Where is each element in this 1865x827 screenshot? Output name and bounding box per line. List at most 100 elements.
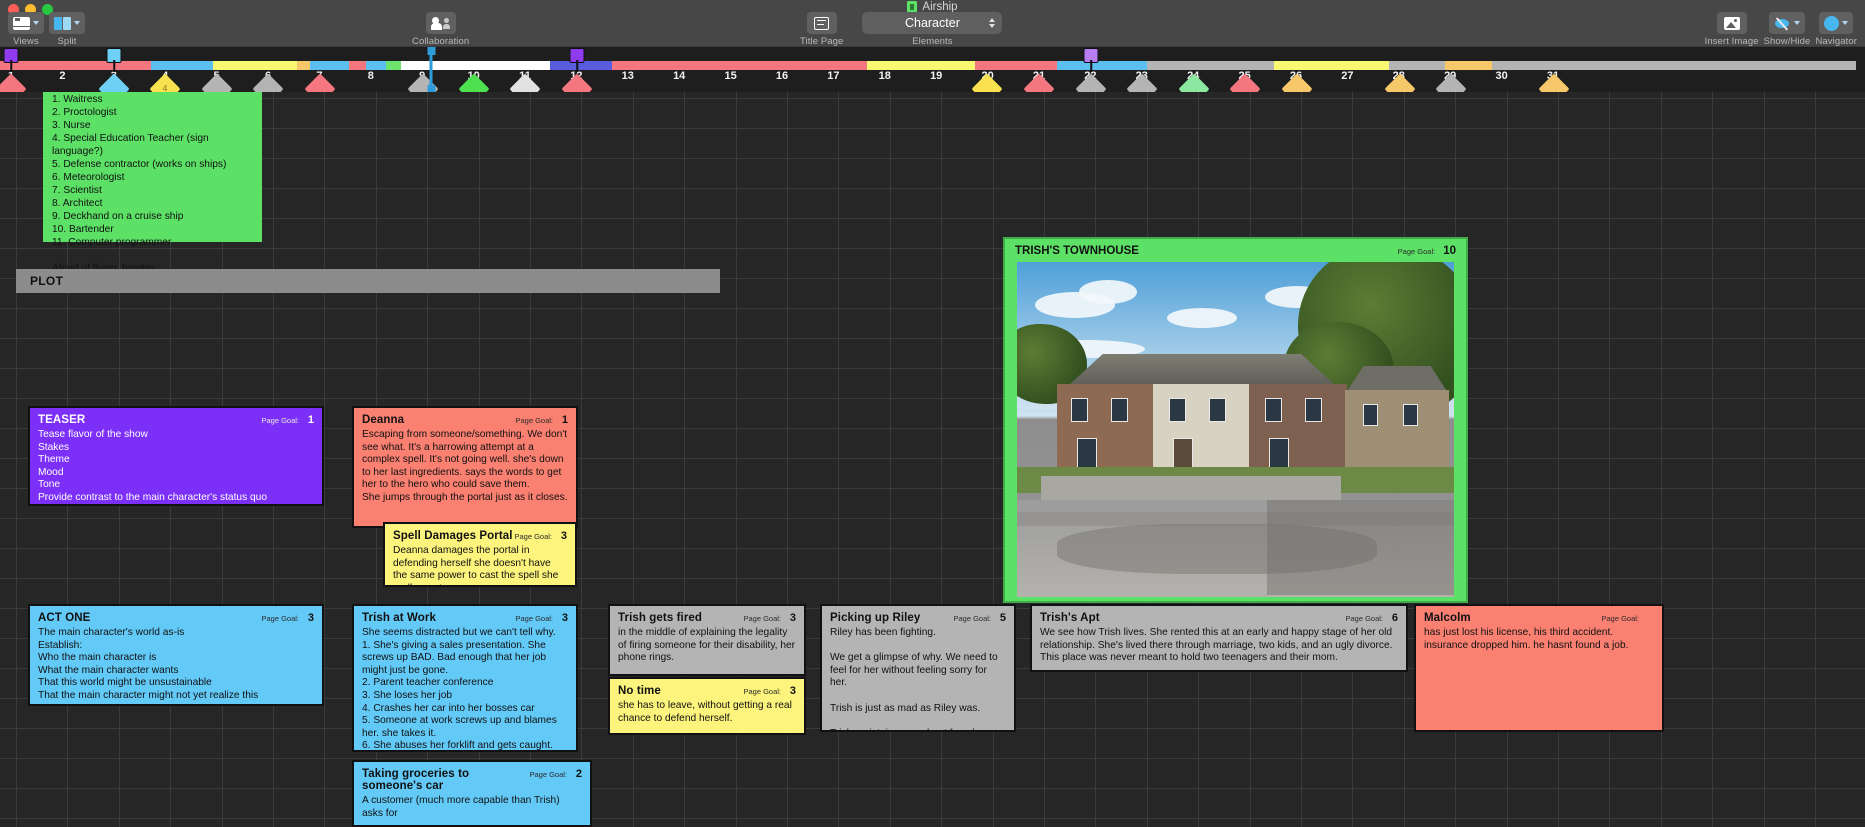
ruler-tick: 19 [930, 70, 943, 82]
index-card-header: Trish at Work Page Goal: 3 [354, 606, 576, 626]
index-card-body[interactable]: A customer (much more capable than Trish… [354, 794, 590, 825]
index-card[interactable]: Trish's Apt Page Goal: 6 We see how Trish l… [1030, 604, 1408, 672]
index-card[interactable]: Spell Damages Portal Page Goal: 3 Deanna da… [383, 522, 577, 587]
navigator-icon [1824, 15, 1840, 31]
toolbar-navigator[interactable]: Navigator [1815, 12, 1857, 47]
index-card[interactable]: Deanna Page Goal: 1 Escaping from someone/s… [352, 406, 578, 528]
ruler-segment [867, 61, 976, 70]
index-card-header: No time Page Goal: 3 [610, 679, 804, 699]
toolbar-title-page[interactable]: Title Page [800, 12, 843, 47]
grid-line [0, 758, 1865, 759]
toolbar-collaboration[interactable]: Collaboration [412, 12, 469, 47]
grid-line [0, 818, 1865, 819]
index-card-title[interactable]: Trish gets fired [618, 612, 743, 624]
index-card-title[interactable]: Trish's Apt [1040, 612, 1345, 624]
index-card-body[interactable]: The main character's world as-is Establi… [30, 626, 322, 704]
window-titlebar: Airship Views Split Collaboration Title … [0, 0, 1865, 47]
index-card-title[interactable]: No time [618, 685, 743, 697]
toolbar-elements[interactable]: Character Elements [862, 12, 1003, 47]
chevron-down-icon[interactable] [1842, 21, 1849, 25]
page-goal-value[interactable]: 5 [997, 612, 1006, 624]
page-goal-value[interactable]: 1 [559, 414, 568, 426]
index-card-body[interactable]: Riley has been fighting. We get a glimps… [822, 626, 1014, 730]
ruler-segment [1389, 61, 1446, 70]
grid-line [0, 308, 1865, 309]
ruler-segment [1491, 61, 1856, 70]
page-goal-value[interactable]: 3 [559, 612, 568, 624]
page-ruler[interactable]: 1234567891011121314151617181920212223242… [0, 46, 1865, 105]
toolbar-views[interactable]: Views [8, 12, 44, 47]
index-card-title[interactable]: TEASER [38, 414, 261, 426]
index-card-title[interactable]: Deanna [362, 414, 515, 426]
ruler-segment [0, 61, 152, 70]
page-goal-label: Page Goal: [515, 416, 553, 425]
index-card-body[interactable]: in the middle of explaining the legality… [610, 626, 804, 671]
chevron-down-icon[interactable] [74, 21, 80, 25]
grid-line [0, 518, 1865, 519]
grid-line [0, 368, 1865, 369]
grid-line [0, 128, 1865, 129]
scene-card-trishs-townhouse[interactable]: TRISH'S TOWNHOUSE Page Goal: 10 [1003, 237, 1468, 603]
ruler-playhead[interactable] [427, 47, 435, 93]
index-card-header: ACT ONE Page Goal: 3 [30, 606, 322, 626]
page-goal-value[interactable]: 3 [787, 612, 796, 624]
index-card-body[interactable]: she has to leave, without getting a real… [610, 699, 804, 731]
section-band-plot[interactable]: PLOT [16, 269, 720, 293]
index-card[interactable]: Malcolm Page Goal: has just lost his licen… [1414, 604, 1664, 732]
page-goal-value[interactable]: 3 [558, 530, 567, 542]
page-goal-value[interactable]: 6 [1389, 612, 1398, 624]
page-goal-value[interactable]: 1 [305, 414, 314, 426]
page-goal-value[interactable]: 2 [573, 768, 582, 780]
ruler-segment [151, 61, 213, 70]
index-card-body[interactable]: She seems distracted but we can't tell w… [354, 626, 576, 750]
ruler-tick: 14 [673, 70, 686, 82]
elements-selected-value: Character [904, 16, 960, 30]
index-card-title[interactable]: Spell Damages Portal [393, 530, 514, 542]
index-card-body[interactable]: Tease flavor of the show Stakes Theme Mo… [30, 428, 322, 504]
page-goal-label: Page Goal: [515, 614, 553, 623]
grid-line [0, 218, 1865, 219]
ruler-tick: 27 [1341, 70, 1354, 82]
eye-slash-icon [1774, 17, 1791, 30]
index-card[interactable]: ACT ONE Page Goal: 3 The main character's w… [28, 604, 324, 706]
index-card-body[interactable]: Deanna damages the portal in defending h… [385, 544, 575, 585]
grid-line [0, 158, 1865, 159]
scene-card-page-goal-label: Page Goal: [1397, 247, 1436, 256]
grid-line [0, 788, 1865, 789]
index-card-title[interactable]: Trish at Work [362, 612, 515, 624]
ruler-segment [1146, 61, 1274, 70]
index-card[interactable]: Trish gets fired Page Goal: 3 in the middle… [608, 604, 806, 676]
page-goal-label: Page Goal: [743, 614, 781, 623]
ruler-marker-stem [576, 60, 578, 72]
index-card-title[interactable]: Malcolm [1424, 612, 1601, 624]
toolbar-insert-image[interactable]: Insert Image [1705, 12, 1759, 47]
toolbar-show-hide[interactable]: Show/Hide [1764, 12, 1811, 47]
index-card[interactable]: Picking up Riley Page Goal: 5 Riley has bee… [820, 604, 1016, 732]
chevron-down-icon[interactable] [1794, 21, 1801, 25]
elements-select[interactable]: Character [862, 12, 1003, 34]
page-goal-label: Page Goal: [261, 614, 299, 623]
note-card-characters[interactable]: 1. Waitress 2. Proctologist 3. Nurse 4. … [43, 92, 262, 287]
chevron-down-icon[interactable] [33, 21, 39, 25]
ruler-tick: 17 [827, 70, 840, 82]
index-card-body[interactable]: We see how Trish lives. She rented this … [1032, 626, 1406, 670]
page-goal-value[interactable]: 3 [787, 685, 796, 697]
ruler-segment [611, 61, 868, 70]
ruler-tick: 18 [878, 70, 891, 82]
index-card-title[interactable]: ACT ONE [38, 612, 261, 624]
index-card-body[interactable]: has just lost his license, his third acc… [1416, 626, 1662, 658]
stepper-arrows-icon[interactable] [989, 18, 996, 28]
index-card-title[interactable]: Taking groceries to someone's car [362, 768, 529, 792]
index-card[interactable]: Taking groceries to someone's car Page Go… [352, 760, 592, 827]
index-card[interactable]: TEASER Page Goal: 1 Tease flavor of the sho… [28, 406, 324, 506]
grid-line [0, 98, 1865, 99]
index-card-title[interactable]: Picking up Riley [830, 612, 953, 624]
page-goal-value[interactable]: 3 [305, 612, 314, 624]
index-card[interactable]: Trish at Work Page Goal: 3 She seems distra… [352, 604, 578, 752]
toolbar-split[interactable]: Split [49, 12, 85, 47]
index-card[interactable]: No time Page Goal: 3 she has to leave, with… [608, 677, 806, 735]
toolbar-center-left: Collaboration [412, 12, 469, 47]
index-card-board[interactable]: 1. Waitress 2. Proctologist 3. Nurse 4. … [0, 92, 1865, 827]
people-icon [431, 16, 451, 30]
index-card-body[interactable]: Escaping from someone/something. We don'… [354, 428, 576, 511]
